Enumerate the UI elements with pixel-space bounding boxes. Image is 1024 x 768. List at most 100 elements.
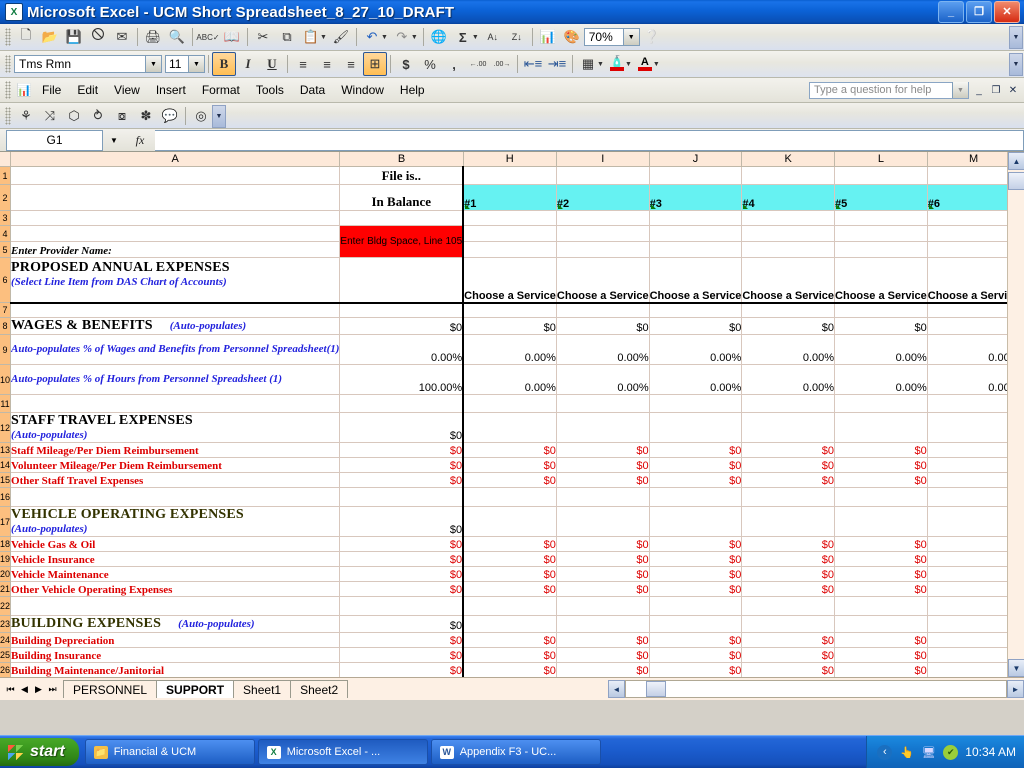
cell-i8[interactable]: $0	[556, 317, 650, 335]
cell-j17[interactable]	[649, 506, 743, 537]
cell-k25[interactable]: $0	[741, 647, 836, 663]
redo-chevron-icon[interactable]: ▼	[411, 34, 418, 41]
cell-l4[interactable]	[834, 225, 928, 242]
spelling-icon[interactable]: ABC✓	[196, 25, 220, 49]
help-question-input[interactable]: Type a question for help ▼	[809, 81, 969, 99]
cell-i22[interactable]	[556, 596, 650, 616]
pointer-icon[interactable]: 👆	[899, 745, 914, 760]
cell-h9[interactable]: 0.00%	[462, 334, 557, 365]
taskbar-item-financial-ucm[interactable]: 📁 Financial & UCM	[84, 739, 255, 765]
restore-button[interactable]: ❐	[966, 1, 992, 23]
cell-b2[interactable]: In Balance	[339, 184, 464, 211]
cell-b13[interactable]: $0	[339, 442, 464, 458]
cell-k6-choose-a-service[interactable]: Choose a Service	[741, 257, 836, 304]
row-header[interactable]: 25	[0, 647, 11, 663]
cell-k2[interactable]: #4	[741, 184, 836, 211]
cell-k17[interactable]	[741, 506, 836, 537]
cell-h19[interactable]: $0	[462, 551, 557, 567]
cell-i4[interactable]	[556, 225, 650, 242]
increase-indent-button[interactable]: ⇥≡	[545, 52, 569, 76]
taskbar-clock[interactable]: 10:34 AM	[965, 745, 1016, 759]
toolbar-overflow-button[interactable]: ▼	[1009, 53, 1023, 76]
menu-item-tools[interactable]: Tools	[248, 81, 292, 99]
new-icon[interactable]: 🗋	[14, 25, 38, 49]
menu-item-format[interactable]: Format	[194, 81, 248, 99]
row-header[interactable]: 3	[0, 210, 11, 226]
cell-h11[interactable]	[462, 394, 557, 413]
remove-all-arrows-icon[interactable]: ✽	[134, 104, 158, 128]
cell-i9[interactable]: 0.00%	[556, 334, 650, 365]
percent-style-button[interactable]: %	[418, 52, 442, 76]
cell-l18[interactable]: $0	[834, 536, 928, 552]
row-header[interactable]: 23	[0, 615, 11, 633]
cell-i1[interactable]	[556, 166, 650, 185]
cell-l12[interactable]	[834, 412, 928, 443]
cell-h16[interactable]	[462, 487, 557, 507]
row-header[interactable]: 11	[0, 394, 11, 413]
zoom-input[interactable]: 70% ▼	[583, 28, 640, 46]
menu-item-data[interactable]: Data	[292, 81, 333, 99]
next-sheet-button[interactable]: ▶	[32, 684, 45, 695]
cell-a25[interactable]: Building Insurance	[10, 647, 341, 663]
cell-k20[interactable]: $0	[741, 566, 836, 582]
sheet-tab-sheet1[interactable]: Sheet1	[233, 680, 292, 698]
cell-k23[interactable]	[741, 615, 836, 633]
cell-a4[interactable]	[10, 225, 341, 242]
row-header[interactable]: 26	[0, 662, 11, 677]
cell-k14[interactable]: $0	[741, 457, 836, 473]
cell-k24[interactable]: $0	[741, 632, 836, 648]
cell-i17[interactable]	[556, 506, 650, 537]
copy-icon[interactable]: ⧉	[275, 25, 299, 49]
row-header[interactable]: 17	[0, 506, 11, 537]
merge-and-center-button[interactable]: ⊞	[363, 52, 387, 76]
cell-h24[interactable]: $0	[462, 632, 557, 648]
cell-l26[interactable]: $0	[834, 662, 928, 677]
cell-l6-choose-a-service[interactable]: Choose a Service	[834, 257, 928, 304]
column-header-i[interactable]: I	[556, 152, 650, 167]
name-box[interactable]: G1	[6, 129, 103, 151]
italic-button[interactable]: I	[236, 52, 260, 76]
cell-l15[interactable]: $0	[834, 472, 928, 488]
cell-j22[interactable]	[649, 596, 743, 616]
menu-item-edit[interactable]: Edit	[69, 81, 106, 99]
cell-i20[interactable]: $0	[556, 566, 650, 582]
show-hidden-icons-icon[interactable]: ‹	[877, 744, 893, 760]
row-header[interactable]: 15	[0, 472, 11, 488]
cell-i10[interactable]: 0.00%	[556, 364, 650, 395]
close-button[interactable]: ✕	[994, 1, 1020, 23]
cut-icon[interactable]: ✂	[251, 25, 275, 49]
cell-i3[interactable]	[556, 210, 650, 226]
increase-decimal-button[interactable]: ←.00	[466, 52, 490, 76]
trace-dependents-icon[interactable]: ⬡	[62, 104, 86, 128]
cell-l24[interactable]: $0	[834, 632, 928, 648]
autosum-chevron-icon[interactable]: ▼	[472, 34, 479, 41]
cell-a2[interactable]	[10, 184, 341, 211]
cell-b15[interactable]: $0	[339, 472, 464, 488]
sheet-tab-support[interactable]: SUPPORT	[156, 680, 235, 698]
cell-b4-enter-bldg-space[interactable]: Enter Bldg Space, Line 105	[339, 225, 464, 258]
row-header[interactable]: 2	[0, 184, 11, 211]
cell-j20[interactable]: $0	[649, 566, 743, 582]
cell-j8[interactable]: $0	[649, 317, 743, 335]
cell-b20[interactable]: $0	[339, 566, 464, 582]
menu-item-insert[interactable]: Insert	[148, 81, 194, 99]
cell-k18[interactable]: $0	[741, 536, 836, 552]
scroll-down-button[interactable]: ▼	[1008, 659, 1024, 677]
cell-h25[interactable]: $0	[462, 647, 557, 663]
cell-h4[interactable]	[462, 225, 557, 242]
cell-j18[interactable]: $0	[649, 536, 743, 552]
cell-a7[interactable]	[10, 302, 341, 318]
column-header-j[interactable]: J	[649, 152, 743, 167]
cell-l16[interactable]	[834, 487, 928, 507]
minimize-button[interactable]: _	[938, 1, 964, 23]
cell-a1[interactable]	[10, 166, 341, 185]
cell-a20[interactable]: Vehicle Maintenance	[10, 566, 341, 582]
sort-ascending-icon[interactable]: A↓	[481, 25, 505, 49]
cell-k12[interactable]	[741, 412, 836, 443]
menu-item-view[interactable]: View	[106, 81, 148, 99]
sort-descending-icon[interactable]: Z↓	[505, 25, 529, 49]
trace-precedents-icon[interactable]: ⚘	[14, 104, 38, 128]
cell-i26[interactable]: $0	[556, 662, 650, 677]
cell-b16[interactable]	[339, 487, 464, 507]
format-painter-icon[interactable]: 🖌	[329, 25, 353, 49]
